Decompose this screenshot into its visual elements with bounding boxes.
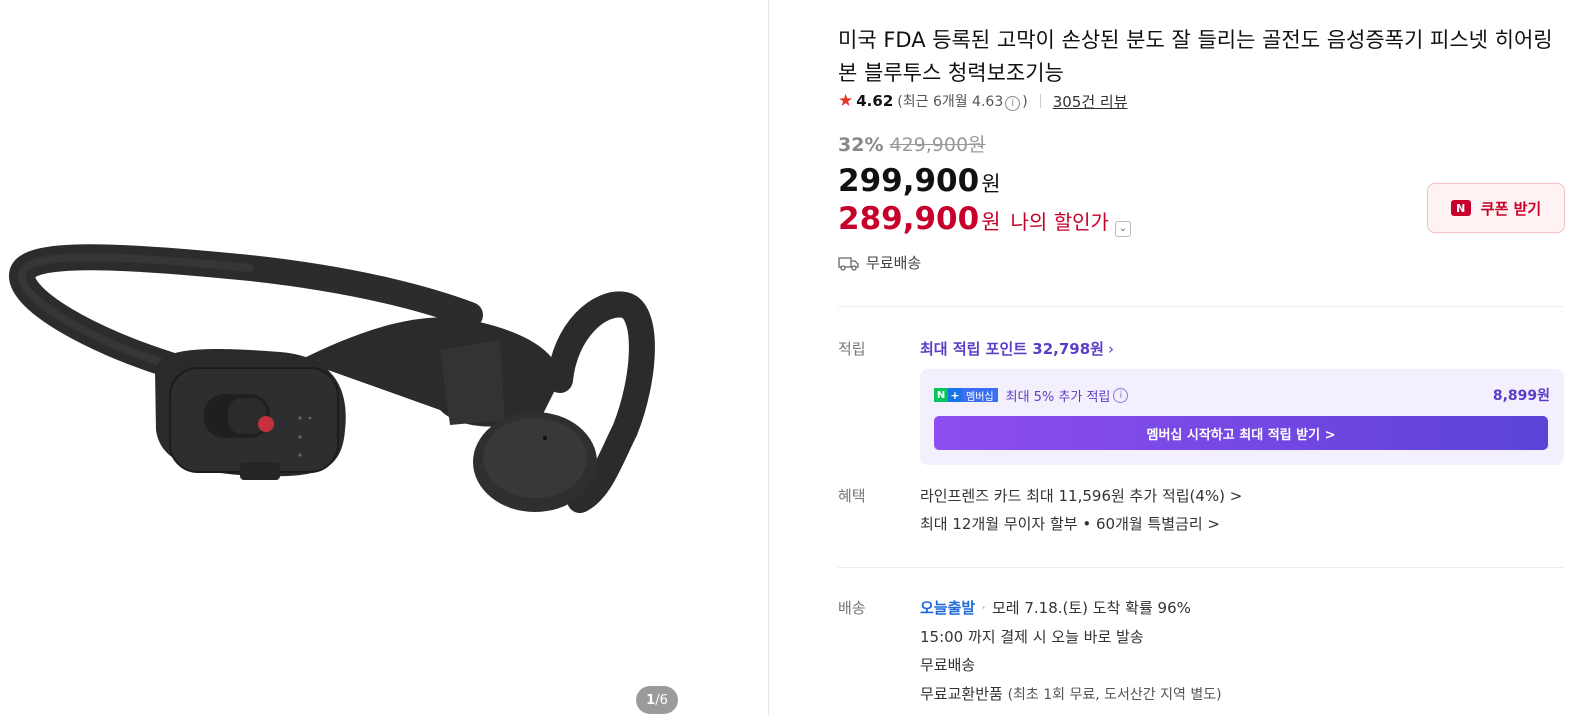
chevron-right-icon: ›: [1107, 340, 1114, 358]
info-icon[interactable]: i: [1005, 96, 1021, 111]
installment-benefit-link[interactable]: 최대 12개월 무이자 할부 • 60개월 특별금리 >: [920, 513, 1220, 534]
membership-badge-text: 멤버십: [962, 388, 998, 403]
return-text: 무료교환반품: [920, 685, 1003, 703]
today-shipping-label: 오늘출발: [920, 599, 976, 617]
rating-row: ★ 4.62 (최근 6개월 4.63 i) 305건 리뷰: [838, 90, 1128, 112]
coupon-button[interactable]: N 쿠폰 받기: [1427, 183, 1565, 233]
free-shipping-row: 무료배송: [838, 252, 921, 273]
price-row: 299,900 원: [838, 163, 1001, 199]
coupon-label: 쿠폰 받기: [1480, 199, 1542, 218]
cutoff-text: 15:00 까지 결제 시 오늘 바로 발송: [920, 628, 1144, 646]
image-page-indicator: 1 / 6: [636, 686, 678, 714]
return-detail: (최초 1회 무료, 도서산간 지역 별도): [1007, 687, 1222, 703]
my-discount-label[interactable]: 나의 할인가: [1011, 206, 1109, 235]
product-title: 미국 FDA 등록된 고막이 손상된 분도 잘 들리는 골전도 음성증폭기 피스…: [838, 28, 1553, 86]
sale-price: 299,900: [838, 163, 980, 199]
my-price-currency: 원: [981, 210, 1001, 234]
membership-rate-text: 최대 5% 추가 적립: [1005, 389, 1111, 405]
membership-amount: 8,899원: [1492, 388, 1550, 404]
chevron-down-icon[interactable]: ⌄: [1114, 221, 1131, 237]
review-count-link[interactable]: 305건 리뷰: [1053, 91, 1128, 112]
divider: [838, 567, 1563, 568]
plus-icon: +: [948, 388, 962, 402]
discount-row: 32% 429,900원: [838, 130, 986, 157]
currency-unit: 원: [981, 172, 1001, 196]
delivery-arrival-row: 오늘출발 · 모레 7.18.(토) 도착 확률 96%: [920, 597, 1191, 618]
star-icon: ★: [838, 91, 854, 111]
membership-info: N + 멤버십 최대 5% 추가 적립 i 8,899원: [934, 385, 1550, 405]
separator: [1039, 94, 1041, 108]
recent-rating: (최근 6개월 4.63 i): [897, 91, 1028, 111]
benefits-section-label: 혜택: [838, 487, 866, 505]
original-price: 429,900원: [889, 134, 986, 156]
membership-start-button[interactable]: 멤버십 시작하고 최대 적립 받기 >: [934, 416, 1548, 450]
my-discount-price: 289,900: [838, 201, 980, 237]
recent-rating-text: (최근 6개월 4.63: [897, 94, 1004, 110]
recent-rating-close: ): [1022, 94, 1028, 110]
product-image-gallery[interactable]: 1 / 6: [0, 0, 768, 716]
pane-divider: [768, 0, 769, 716]
my-price-row: 289,900 원 나의 할인가 ⌄: [838, 201, 1131, 237]
membership-badge: N + 멤버십: [934, 388, 998, 403]
rating-score: 4.62: [856, 92, 894, 110]
free-shipping-text: 무료배송: [866, 254, 922, 272]
discount-rate: 32%: [838, 134, 884, 156]
divider: [838, 306, 1563, 307]
dot-separator: ·: [981, 599, 986, 617]
truck-icon: [838, 256, 859, 271]
card-benefit-link[interactable]: 라인프렌즈 카드 최대 11,596원 추가 적립(4%) >: [920, 485, 1242, 506]
info-icon[interactable]: i: [1113, 387, 1129, 403]
total-pages: 6: [659, 692, 668, 708]
points-section-label: 적립: [838, 340, 866, 358]
n-logo-icon: N: [934, 388, 948, 402]
naver-n-icon: N: [1450, 200, 1471, 216]
max-points-text: 최대 적립 포인트 32,798원: [920, 340, 1104, 358]
arrival-text: 모레 7.18.(토) 도착 확률 96%: [991, 599, 1191, 617]
delivery-fee-text: 무료배송: [920, 656, 976, 674]
current-page: 1: [646, 692, 656, 708]
max-points-link[interactable]: 최대 적립 포인트 32,798원 ›: [920, 338, 1114, 359]
product-image: [9, 244, 655, 513]
delivery-section-label: 배송: [838, 599, 866, 617]
return-row: 무료교환반품 (최초 1회 무료, 도서산간 지역 별도): [920, 683, 1222, 704]
membership-box: N + 멤버십 최대 5% 추가 적립 i 8,899원 멤버십 시작하고 최대…: [920, 369, 1564, 465]
